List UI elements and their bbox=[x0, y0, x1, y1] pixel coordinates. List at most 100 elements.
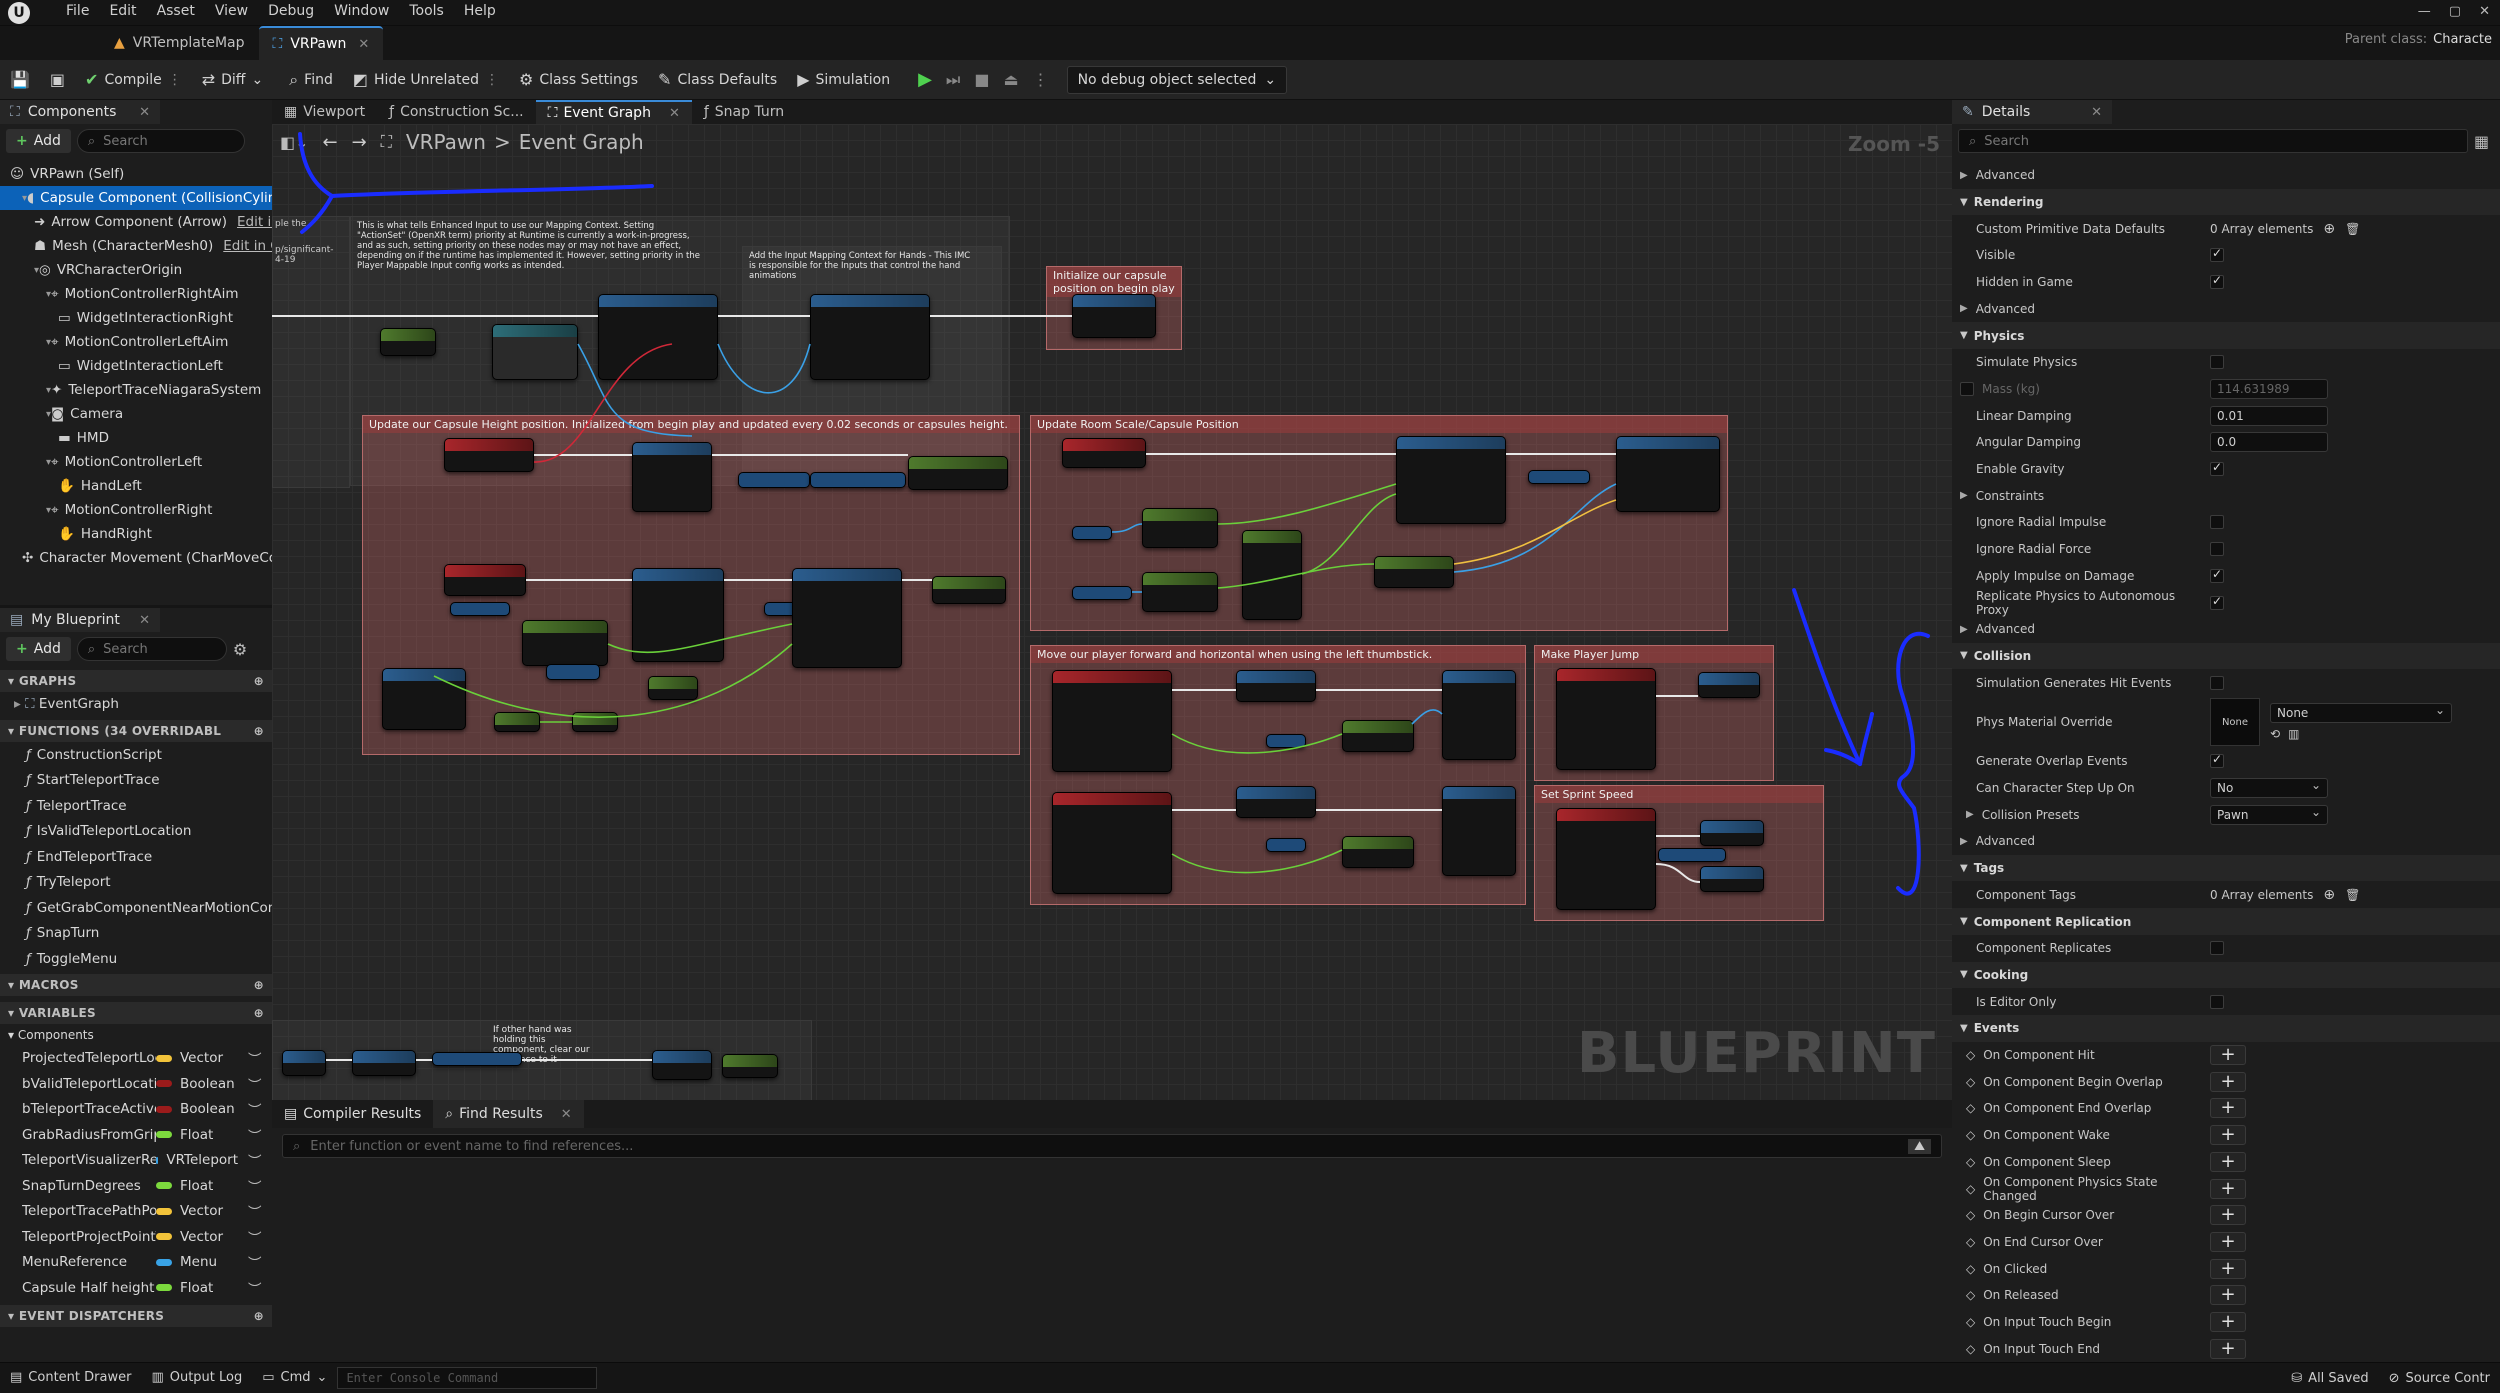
doc-tab-vrtemplatemap[interactable]: ▲ VRTemplateMap bbox=[100, 26, 259, 60]
parent-class-value[interactable]: Characte bbox=[2433, 32, 2492, 47]
checkbox[interactable] bbox=[2210, 515, 2224, 530]
class-settings-button[interactable]: ⚙ Class Settings bbox=[509, 60, 648, 100]
component-item[interactable]: ✣ Character Movement (CharMoveCo bbox=[0, 546, 272, 570]
find-results-input[interactable]: ⌕ Enter function or event name to find r… bbox=[282, 1134, 1942, 1158]
component-item[interactable]: ▾ ⌖ MotionControllerLeftAim bbox=[0, 330, 272, 354]
more-options-icon[interactable]: ⋮ bbox=[485, 72, 499, 88]
doc-tab-vrpawn[interactable]: ⛶ VRPawn ✕ bbox=[258, 26, 384, 60]
grid-view-icon[interactable]: ▦ bbox=[2474, 132, 2489, 151]
close-icon[interactable]: ✕ bbox=[139, 105, 150, 120]
simulation-button[interactable]: ▶ Simulation bbox=[787, 60, 900, 100]
add-member-button[interactable]: + Add bbox=[6, 637, 71, 661]
component-item[interactable]: ✋ HandLeft bbox=[0, 474, 272, 498]
function-item[interactable]: ƒ TeleportTrace bbox=[0, 793, 272, 819]
override-checkbox[interactable] bbox=[1960, 381, 1974, 396]
add-event-button[interactable]: + bbox=[2210, 1258, 2246, 1279]
graph-tab[interactable]: ⛶ Event Graph ✕ bbox=[535, 100, 692, 124]
chevron-right-icon[interactable]: ▶ bbox=[1960, 490, 1968, 501]
functions-header[interactable]: ▾ FUNCTIONS (34 OVERRIDABL ⊕ bbox=[0, 720, 272, 742]
browse-button[interactable]: ▣ bbox=[40, 60, 75, 100]
add-event-button[interactable]: + bbox=[2210, 1045, 2246, 1066]
variable-item[interactable]: TeleportProjectPointT Vector ︶ bbox=[0, 1224, 272, 1250]
macros-header[interactable]: ▾ MACROS ⊕ bbox=[0, 973, 272, 996]
detail-label[interactable]: Collision bbox=[1974, 649, 2031, 663]
function-item[interactable]: ƒ ToggleMenu bbox=[0, 946, 272, 972]
details-tab[interactable]: ✎ Details ✕ bbox=[1952, 100, 2112, 124]
debug-object-dropdown[interactable]: No debug object selected ⌄ bbox=[1066, 65, 1288, 94]
add-event-button[interactable]: + bbox=[2210, 1071, 2246, 1092]
detail-label[interactable]: Tags bbox=[1974, 861, 2004, 875]
reset-arrow-icon[interactable]: ⟲ bbox=[2270, 727, 2280, 741]
unreal-logo-icon[interactable]: U bbox=[8, 2, 30, 24]
compile-options-icon[interactable]: ⋮ bbox=[168, 72, 182, 88]
variables-header[interactable]: ▾ VARIABLES ⊕ bbox=[0, 1001, 272, 1024]
add-event-button[interactable]: + bbox=[2210, 1205, 2246, 1226]
add-circle-icon[interactable]: ⊕ bbox=[254, 674, 264, 688]
function-item[interactable]: ƒ ConstructionScript bbox=[0, 742, 272, 768]
diff-button[interactable]: ⇄ Diff ⌄ bbox=[192, 60, 273, 100]
details-search-input[interactable]: ⌕ Search bbox=[1958, 129, 2468, 153]
graph-tab[interactable]: ƒ Construction Sc... bbox=[377, 100, 535, 124]
menu-item-file[interactable]: File bbox=[56, 3, 99, 19]
chevron-down-icon[interactable]: ▼ bbox=[1960, 863, 1968, 874]
stop-icon[interactable]: ■ bbox=[974, 70, 989, 89]
my-blueprint-tab[interactable]: ▤ My Blueprint ✕ bbox=[0, 608, 160, 632]
minimize-icon[interactable]: — bbox=[2418, 4, 2431, 19]
add-event-button[interactable]: + bbox=[2210, 1125, 2246, 1146]
eye-icon[interactable]: ︶ bbox=[248, 1099, 262, 1119]
eye-icon[interactable]: ︶ bbox=[248, 1278, 262, 1298]
component-item[interactable]: ✋ HandRight bbox=[0, 522, 272, 546]
eject-icon[interactable]: ⏏ bbox=[1003, 70, 1018, 89]
add-event-button[interactable]: + bbox=[2210, 1231, 2246, 1252]
my-blueprint-search-input[interactable]: ⌕ Search bbox=[76, 637, 227, 661]
variable-item[interactable]: bValidTeleportLocatio Boolean ︶ bbox=[0, 1071, 272, 1097]
variable-type[interactable]: Vector bbox=[156, 1229, 238, 1245]
binoculars-icon[interactable]: ⛰ bbox=[1908, 1138, 1931, 1154]
add-event-button[interactable]: + bbox=[2210, 1338, 2246, 1359]
component-item[interactable]: ▾ ⌖ MotionControllerLeft bbox=[0, 450, 272, 474]
function-item[interactable]: ƒ IsValidTeleportLocation bbox=[0, 819, 272, 845]
variable-item[interactable]: TeleportVisualizerRefe VRTeleport ︶ bbox=[0, 1148, 272, 1174]
menu-item-edit[interactable]: Edit bbox=[99, 3, 146, 19]
chevron-down-icon[interactable]: ▼ bbox=[1960, 330, 1968, 341]
class-defaults-button[interactable]: ✎ Class Defaults bbox=[648, 60, 787, 100]
event-dispatchers-header[interactable]: ▾ EVENT DISPATCHERS ⊕ bbox=[0, 1304, 272, 1327]
component-item[interactable]: ▾ ◎ VRCharacterOrigin bbox=[0, 258, 272, 282]
eye-icon[interactable]: ︶ bbox=[248, 1176, 262, 1196]
gear-icon[interactable]: ⚙ bbox=[233, 640, 247, 659]
variable-type[interactable]: Float bbox=[156, 1178, 238, 1194]
component-item[interactable]: ▬ HMD bbox=[0, 426, 272, 450]
checkbox[interactable] bbox=[2210, 568, 2224, 583]
checkbox[interactable] bbox=[2210, 754, 2224, 769]
find-button[interactable]: ⌕ Find bbox=[279, 60, 343, 100]
graph-editor[interactable]: ◧⌄ ← → ⛶ VRPawn > Event Graph Zoom -5 pl… bbox=[272, 124, 1952, 1100]
close-icon[interactable]: ✕ bbox=[669, 106, 680, 121]
number-input[interactable]: 0.0 bbox=[2210, 432, 2328, 453]
checkbox[interactable] bbox=[2210, 595, 2224, 610]
component-item[interactable]: ▾ ⌖ MotionControllerRightAim bbox=[0, 282, 272, 306]
checkbox[interactable] bbox=[2210, 994, 2224, 1009]
all-saved-button[interactable]: ⛁ All Saved bbox=[2281, 1363, 2378, 1393]
checkbox[interactable] bbox=[2210, 462, 2224, 477]
component-item[interactable]: ☗ Mesh (CharacterMesh0) Edit in C bbox=[0, 234, 272, 258]
dropdown[interactable]: Pawn bbox=[2210, 803, 2328, 825]
chevron-right-icon[interactable]: ▶ bbox=[1960, 303, 1968, 314]
detail-label[interactable]: Cooking bbox=[1974, 968, 2029, 982]
eye-icon[interactable]: ︶ bbox=[248, 1201, 262, 1221]
component-item[interactable]: ▾ ◖ Capsule Component (CollisionCylin bbox=[0, 186, 272, 210]
detail-label[interactable]: Rendering bbox=[1974, 195, 2044, 209]
variable-type[interactable]: Vector bbox=[156, 1050, 238, 1066]
components-tab[interactable]: ⛶ Components ✕ bbox=[0, 100, 160, 124]
dropdown[interactable]: No bbox=[2210, 776, 2328, 799]
add-event-button[interactable]: + bbox=[2210, 1098, 2246, 1119]
chevron-right-icon[interactable]: ▶ bbox=[1960, 836, 1968, 847]
menu-item-view[interactable]: View bbox=[205, 3, 258, 19]
add-event-button[interactable]: + bbox=[2210, 1178, 2246, 1199]
asset-thumbnail[interactable]: None bbox=[2210, 698, 2260, 746]
variable-item[interactable]: bTeleportTraceActive Boolean ︶ bbox=[0, 1097, 272, 1123]
checkbox[interactable] bbox=[2210, 675, 2224, 690]
console-input[interactable]: Enter Console Command bbox=[337, 1366, 598, 1389]
menu-item-window[interactable]: Window bbox=[324, 3, 399, 19]
variable-type[interactable]: Menu bbox=[156, 1254, 238, 1270]
variable-type[interactable]: VRTeleport bbox=[156, 1152, 238, 1168]
